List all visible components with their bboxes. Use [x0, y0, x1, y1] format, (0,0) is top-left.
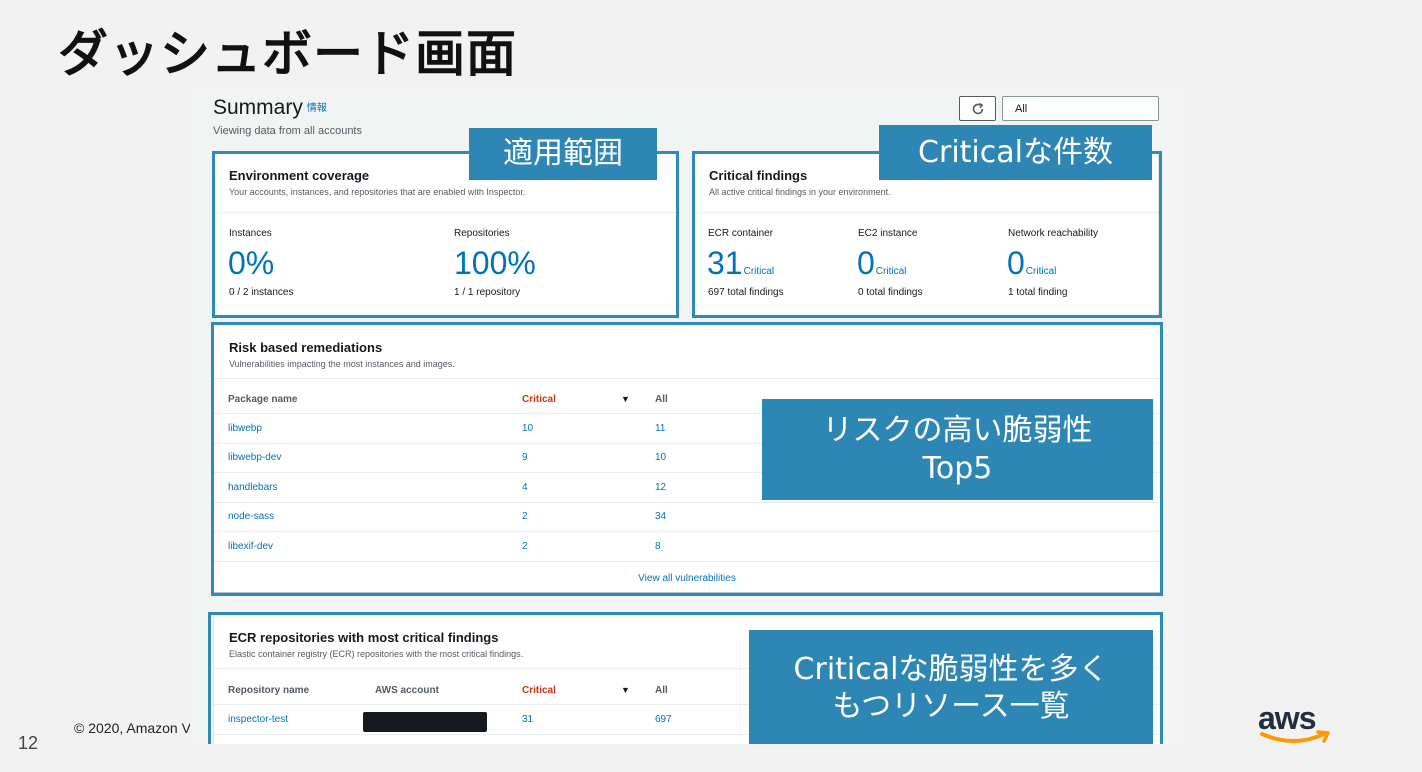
callout-risk-top5: リスクの高い脆弱性 Top5 — [762, 399, 1153, 500]
copyright-text: © 2020, Amazon V — [74, 720, 191, 736]
callout-critical-count: Criticalな件数 — [879, 125, 1152, 180]
slide-title: ダッシュボード画面 — [58, 25, 517, 83]
aws-smile-icon — [1260, 730, 1330, 743]
refresh-button[interactable] — [959, 96, 996, 121]
info-link[interactable]: 情報 — [307, 103, 327, 114]
summary-subtitle: Viewing data from all accounts — [213, 125, 362, 137]
summary-heading: Summary 情報 — [213, 96, 327, 120]
refresh-icon — [972, 102, 983, 114]
account-filter-search[interactable] — [1002, 96, 1159, 121]
callout-risk-line1: リスクの高い脆弱性 — [822, 413, 1093, 448]
slide-page-number: 12 — [18, 733, 39, 753]
callout-coverage: 適用範囲 — [469, 128, 657, 180]
callout-risk-line2: Top5 — [922, 450, 993, 486]
callout-ecr-resources: Criticalな脆弱性を多く もつリソース一覧 — [749, 630, 1153, 744]
callout-ecr-line1: Criticalな脆弱性を多く — [793, 651, 1109, 687]
search-input[interactable] — [1015, 102, 1157, 115]
summary-title: Summary — [213, 96, 303, 119]
callout-ecr-line2: もつリソース一覧 — [832, 689, 1070, 724]
aws-logo: aws — [1258, 700, 1338, 750]
inspector-dashboard: Summary 情報 Viewing data from all accounts… — [190, 88, 1180, 744]
